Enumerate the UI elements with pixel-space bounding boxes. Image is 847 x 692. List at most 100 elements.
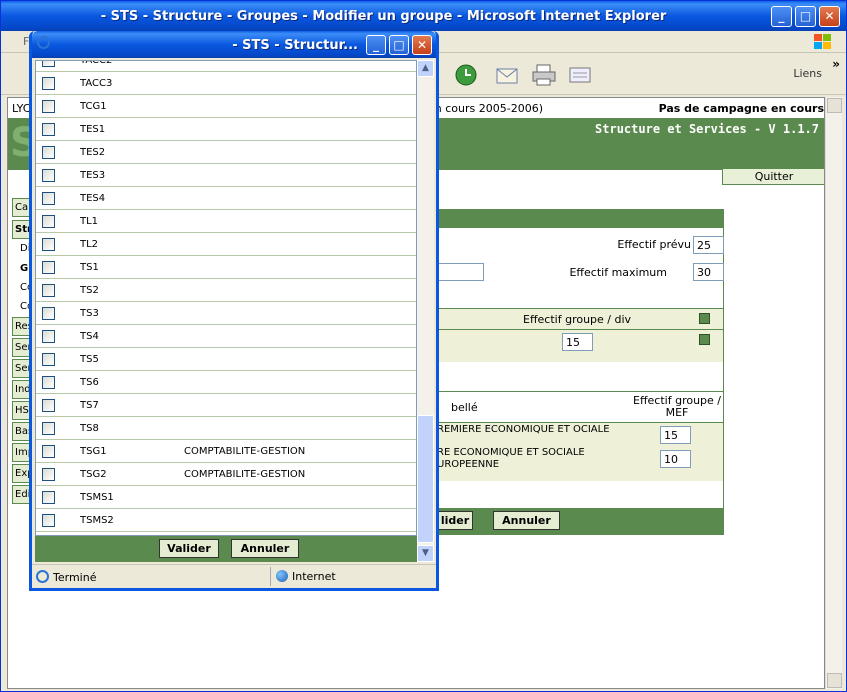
- row-checkbox[interactable]: [42, 261, 55, 274]
- effectif-prevu-input[interactable]: [693, 236, 724, 254]
- row-checkbox[interactable]: [42, 61, 55, 67]
- row-code: TL1: [80, 216, 99, 227]
- row-checkbox[interactable]: [42, 123, 55, 136]
- row-checkbox[interactable]: [42, 146, 55, 159]
- list-item[interactable]: TS3: [36, 302, 416, 325]
- popup-validate-button[interactable]: Valider: [159, 539, 219, 558]
- scroll-up-arrow-icon[interactable]: [827, 98, 842, 113]
- partial-input[interactable]: [437, 263, 484, 281]
- validate-button[interactable]: lider: [437, 511, 473, 530]
- list-item[interactable]: TES3: [36, 164, 416, 187]
- row-code: TSG1: [80, 446, 107, 457]
- row-code: TS5: [80, 354, 99, 365]
- list-item[interactable]: TS6: [36, 371, 416, 394]
- list-item[interactable]: TSMS1: [36, 486, 416, 509]
- row-code: TSMS2: [80, 515, 114, 526]
- popup-scroll-up-icon[interactable]: ▲: [417, 60, 434, 77]
- row-code: TS8: [80, 423, 99, 434]
- row-checkbox[interactable]: [42, 215, 55, 228]
- mef-row-1-input[interactable]: [660, 426, 691, 444]
- popup-cancel-button[interactable]: Annuler: [231, 539, 299, 558]
- list-item[interactable]: TS4: [36, 325, 416, 348]
- row-checkbox[interactable]: [42, 100, 55, 113]
- group-checklist: TACC2 TACC3 TCG1 TES1 TES2 TES3 TES4 TL1 TL2 TS1 T…: [35, 60, 417, 536]
- row-checkbox[interactable]: [42, 399, 55, 412]
- popup-footer: Valider Annuler: [35, 536, 417, 562]
- list-item[interactable]: TS7: [36, 394, 416, 417]
- row-code: TES4: [80, 193, 106, 204]
- popup-scrollbar[interactable]: ▲ ▼: [417, 60, 434, 562]
- remove-division-button[interactable]: [699, 334, 710, 345]
- year-label: en cours 2005-2006): [428, 102, 543, 115]
- popup-scroll-down-icon[interactable]: ▼: [417, 545, 434, 562]
- list-item[interactable]: TES1: [36, 118, 416, 141]
- zone-text: Internet: [292, 570, 336, 583]
- list-item[interactable]: TACC2: [36, 61, 416, 72]
- row-code: TS3: [80, 308, 99, 319]
- effectif-div-input[interactable]: [562, 333, 593, 351]
- row-checkbox[interactable]: [42, 284, 55, 297]
- row-checkbox[interactable]: [42, 422, 55, 435]
- row-checkbox[interactable]: [42, 330, 55, 343]
- popup-minimize-button[interactable]: _: [366, 35, 386, 55]
- row-checkbox[interactable]: [42, 376, 55, 389]
- mef-row-1-label: REMIERE ECONOMIQUE ET OCIALE: [437, 424, 610, 435]
- scroll-down-arrow-icon[interactable]: [827, 673, 842, 688]
- close-button[interactable]: ✕: [819, 6, 840, 27]
- row-code: TL2: [80, 239, 99, 250]
- list-item[interactable]: TS8: [36, 417, 416, 440]
- main-title-bar[interactable]: - STS - Structure - Groupes - Modifier u…: [1, 1, 846, 31]
- row-checkbox[interactable]: [42, 445, 55, 458]
- page-status-icon: [36, 570, 49, 583]
- row-code: TES1: [80, 124, 106, 135]
- row-code: TCG1: [80, 101, 107, 112]
- list-item[interactable]: TS2: [36, 279, 416, 302]
- effectif-max-input[interactable]: [693, 263, 724, 281]
- mef-row-2-input[interactable]: [660, 450, 691, 468]
- cancel-button[interactable]: Annuler: [493, 511, 560, 530]
- minimize-button[interactable]: _: [771, 6, 792, 27]
- list-item[interactable]: TL1: [36, 210, 416, 233]
- list-item[interactable]: TS1: [36, 256, 416, 279]
- row-checkbox[interactable]: [42, 491, 55, 504]
- list-item[interactable]: TES4: [36, 187, 416, 210]
- list-item[interactable]: TSMS2: [36, 509, 416, 532]
- list-item[interactable]: TSG1 COMPTABILITE-GESTION: [36, 440, 416, 463]
- list-item[interactable]: TL2: [36, 233, 416, 256]
- popup-title-bar[interactable]: - STS - Structur... _ □ ✕: [32, 31, 436, 58]
- history-icon[interactable]: [453, 62, 479, 88]
- app-version: Structure et Services - V 1.1.7: [595, 122, 819, 136]
- quit-button[interactable]: Quitter: [722, 168, 824, 185]
- add-division-button[interactable]: [699, 313, 710, 324]
- internet-globe-icon: [276, 570, 288, 582]
- links-chevron-icon[interactable]: »: [832, 57, 840, 71]
- row-checkbox[interactable]: [42, 77, 55, 90]
- print-icon[interactable]: [531, 62, 557, 88]
- list-item[interactable]: TES2: [36, 141, 416, 164]
- effectif-max-label: Effectif maximum: [569, 266, 667, 279]
- row-checkbox[interactable]: [42, 307, 55, 320]
- row-checkbox[interactable]: [42, 514, 55, 527]
- libelle-header: bellé: [451, 401, 478, 414]
- popup-scroll-thumb[interactable]: [417, 415, 434, 543]
- row-checkbox[interactable]: [42, 353, 55, 366]
- mail-icon[interactable]: [495, 62, 521, 88]
- list-item[interactable]: TACC3: [36, 72, 416, 95]
- main-scrollbar[interactable]: [825, 97, 842, 689]
- list-item[interactable]: TSG2 COMPTABILITE-GESTION: [36, 463, 416, 486]
- maximize-button[interactable]: □: [795, 6, 816, 27]
- links-label[interactable]: Liens: [793, 67, 822, 80]
- row-checkbox[interactable]: [42, 238, 55, 251]
- row-checkbox[interactable]: [42, 169, 55, 182]
- popup-close-button[interactable]: ✕: [412, 35, 432, 55]
- row-code: TS6: [80, 377, 99, 388]
- status-text: Terminé: [53, 571, 97, 584]
- group-form-panel: Effectif prévu Effectif maximum Effectif…: [436, 209, 724, 535]
- edit-icon[interactable]: [567, 62, 593, 88]
- row-checkbox[interactable]: [42, 468, 55, 481]
- list-item[interactable]: TCG1: [36, 95, 416, 118]
- status-text-container: Terminé: [36, 570, 96, 584]
- popup-maximize-button[interactable]: □: [389, 35, 409, 55]
- row-checkbox[interactable]: [42, 192, 55, 205]
- list-item[interactable]: TS5: [36, 348, 416, 371]
